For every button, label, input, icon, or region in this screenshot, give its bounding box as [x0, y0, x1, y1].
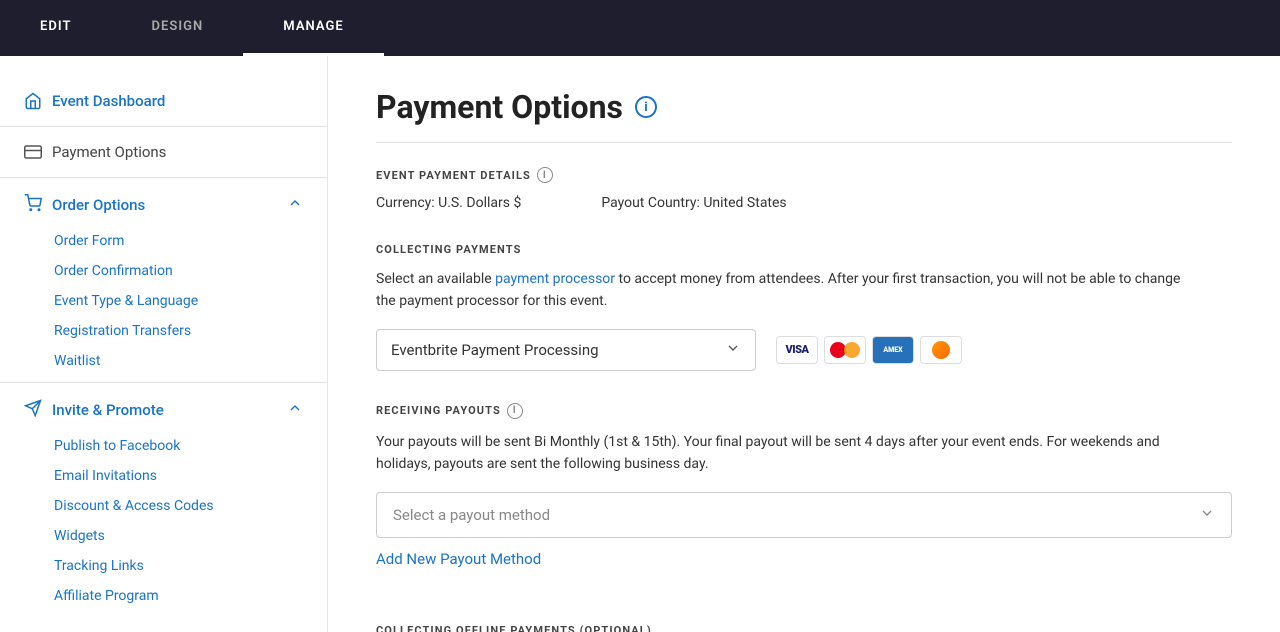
sidebar-item-email-invitations[interactable]: Email Invitations — [0, 461, 327, 491]
event-dashboard-label: Event Dashboard — [52, 92, 165, 110]
invite-promote-label: Invite & Promote — [52, 401, 164, 419]
mastercard-icon — [824, 336, 866, 364]
nav-manage[interactable]: MANAGE — [243, 0, 384, 56]
order-options-label: Order Options — [52, 196, 145, 214]
receiving-payouts-info-icon[interactable]: i — [507, 403, 523, 419]
payment-processor-link[interactable]: payment processor — [495, 271, 615, 287]
collecting-payments-desc: Select an available payment processor to… — [376, 268, 1196, 313]
sidebar-item-registration-transfers[interactable]: Registration Transfers — [0, 316, 327, 346]
amex-card-icon: AMEX — [872, 336, 914, 364]
sidebar-item-event-dashboard[interactable]: Event Dashboard — [0, 82, 327, 120]
order-options-header[interactable]: Order Options — [0, 184, 327, 226]
receiving-payouts-section: RECEIVING PAYOUTS i Your payouts will be… — [376, 403, 1232, 592]
sidebar-item-publish-facebook[interactable]: Publish to Facebook — [0, 431, 327, 461]
collecting-offline-title: COLLECTING OFFLINE PAYMENTS (OPTIONAL) — [376, 624, 1232, 632]
card-icons: VISA AMEX — [776, 336, 962, 364]
sidebar-section-dashboard: Event Dashboard — [0, 76, 327, 127]
payment-details-meta: Currency: U.S. Dollars $ Payout Country:… — [376, 195, 1232, 211]
sidebar-item-payment-options[interactable]: Payment Options — [0, 133, 327, 171]
event-payment-details-title: EVENT PAYMENT DETAILS i — [376, 167, 1232, 183]
payout-dropdown-chevron — [1199, 505, 1215, 525]
sidebar-item-affiliate-program[interactable]: Affiliate Program — [0, 581, 327, 611]
sidebar-item-order-form[interactable]: Order Form — [0, 226, 327, 256]
top-nav: EDIT DESIGN MANAGE — [0, 0, 1280, 56]
page-title-info-icon[interactable]: i — [635, 96, 657, 118]
processor-dropdown-chevron — [725, 340, 741, 360]
processor-dropdown-value: Eventbrite Payment Processing — [391, 341, 599, 359]
home-icon — [24, 92, 42, 110]
sidebar-section-payment: Payment Options — [0, 127, 327, 178]
collecting-payments-title: COLLECTING PAYMENTS — [376, 243, 1232, 256]
payout-method-dropdown[interactable]: Select a payout method — [376, 492, 1232, 538]
payout-country-label: Payout Country: United States — [601, 195, 786, 211]
sidebar-section-invite-promote: Invite & Promote Publish to Facebook Ema… — [0, 383, 327, 617]
main-content: Payment Options i EVENT PAYMENT DETAILS … — [328, 56, 1280, 632]
card-icon — [24, 143, 42, 161]
add-payout-method-link[interactable]: Add New Payout Method — [376, 550, 541, 568]
collecting-payments-section: COLLECTING PAYMENTS Select an available … — [376, 243, 1232, 371]
processor-dropdown[interactable]: Eventbrite Payment Processing — [376, 329, 756, 371]
collecting-offline-section: COLLECTING OFFLINE PAYMENTS (OPTIONAL) — [376, 624, 1232, 632]
order-options-sub-items: Order Form Order Confirmation Event Type… — [0, 226, 327, 376]
event-payment-details-section: EVENT PAYMENT DETAILS i Currency: U.S. D… — [376, 167, 1232, 211]
payment-options-label: Payment Options — [52, 143, 166, 161]
nav-design[interactable]: DESIGN — [112, 0, 244, 56]
sidebar-item-waitlist[interactable]: Waitlist — [0, 346, 327, 376]
sidebar-item-event-type-language[interactable]: Event Type & Language — [0, 286, 327, 316]
page-header: Payment Options i — [376, 88, 1232, 143]
nav-edit[interactable]: EDIT — [0, 0, 112, 56]
invite-promote-sub-items: Publish to Facebook Email Invitations Di… — [0, 431, 327, 611]
order-options-icon — [24, 194, 42, 216]
sidebar-section-order-options: Order Options Order Form Order Confirmat… — [0, 178, 327, 383]
receiving-payouts-title: RECEIVING PAYOUTS i — [376, 403, 1232, 419]
event-payment-details-info-icon[interactable]: i — [537, 167, 553, 183]
invite-promote-header[interactable]: Invite & Promote — [0, 389, 327, 431]
order-options-chevron — [287, 195, 303, 215]
visa-card-icon: VISA — [776, 336, 818, 364]
payout-description: Your payouts will be sent Bi Monthly (1s… — [376, 431, 1196, 476]
discover-card-icon — [920, 336, 962, 364]
payout-dropdown-placeholder: Select a payout method — [393, 506, 550, 524]
invite-promote-chevron — [287, 400, 303, 420]
processor-dropdown-row: Eventbrite Payment Processing VISA — [376, 329, 1232, 371]
currency-label: Currency: U.S. Dollars $ — [376, 195, 521, 211]
sidebar-item-order-confirmation[interactable]: Order Confirmation — [0, 256, 327, 286]
sidebar-item-widgets[interactable]: Widgets — [0, 521, 327, 551]
sidebar-item-discount-access-codes[interactable]: Discount & Access Codes — [0, 491, 327, 521]
sidebar-item-tracking-links[interactable]: Tracking Links — [0, 551, 327, 581]
sidebar: Event Dashboard Payment Options — [0, 56, 328, 632]
page-title: Payment Options — [376, 88, 623, 126]
invite-promote-icon — [24, 399, 42, 421]
layout: Event Dashboard Payment Options — [0, 56, 1280, 632]
